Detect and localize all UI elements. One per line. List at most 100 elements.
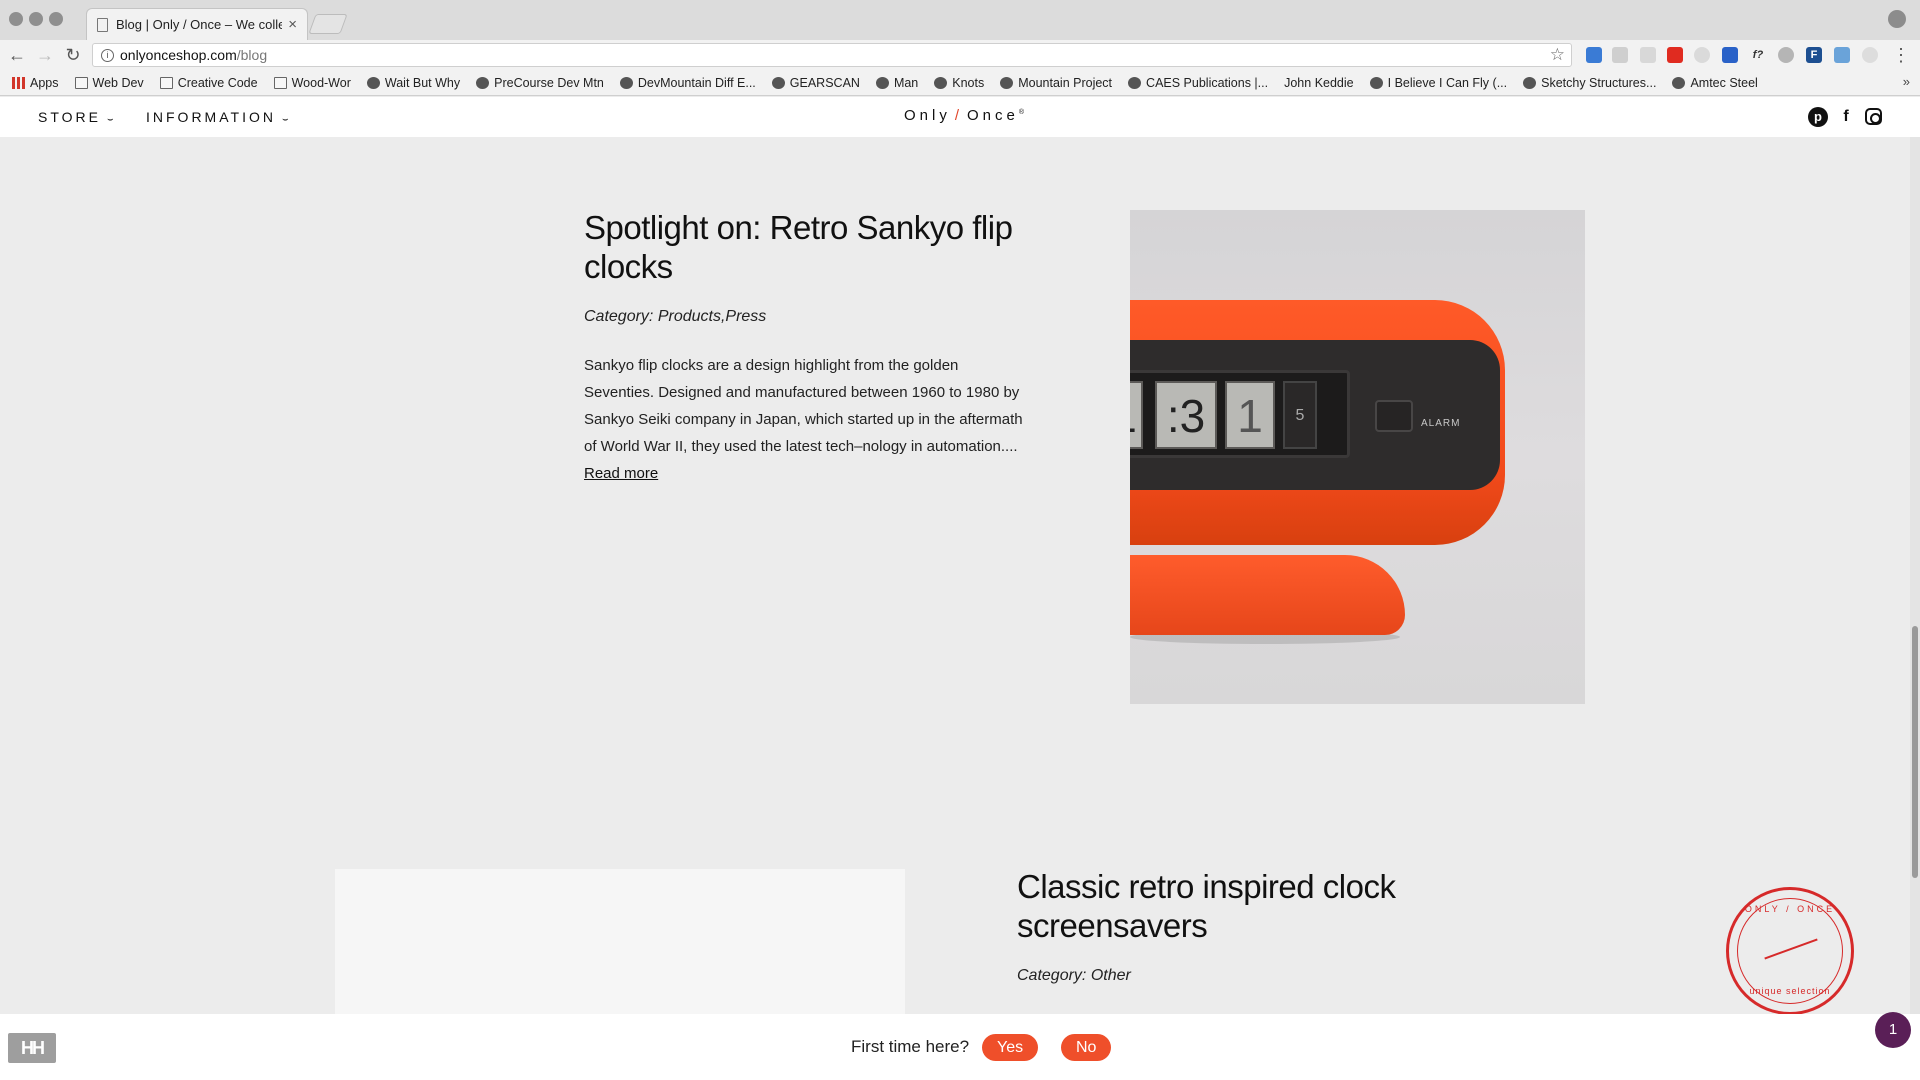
vue-extension-icon[interactable] bbox=[1722, 47, 1738, 63]
bookmark-label: Amtec Steel bbox=[1690, 75, 1758, 90]
menu-icon[interactable]: ⋮ bbox=[1890, 44, 1912, 66]
site-logo[interactable]: Only / Once® bbox=[904, 107, 1024, 124]
extension-icon[interactable]: F bbox=[1806, 47, 1822, 63]
url-host: onlyonceshop.com bbox=[120, 47, 237, 63]
clock-base bbox=[1130, 555, 1405, 635]
extension-icon[interactable] bbox=[1612, 47, 1628, 63]
site-header: STORE ⌣ INFORMATION ⌣ Only / Once® p f bbox=[0, 97, 1920, 137]
bookmark-item[interactable]: CAES Publications |... bbox=[1128, 76, 1268, 90]
browser-toolbar: ← → ↻ i onlyonceshop.com/blog ☆ f? F ⋮ bbox=[0, 40, 1920, 70]
extension-icon[interactable] bbox=[1694, 47, 1710, 63]
bookmark-item[interactable]: Man bbox=[875, 75, 919, 90]
chevron-down-icon: ⌣ bbox=[281, 114, 289, 125]
site-icon bbox=[1000, 76, 1014, 89]
bookmark-item[interactable]: I Believe I Can Fly (... bbox=[1369, 76, 1507, 90]
maximize-window-button[interactable] bbox=[49, 12, 63, 26]
post-image-flip-clock[interactable]: 1 :3 1 5 ALARM bbox=[1130, 210, 1585, 704]
bookmark-star-icon[interactable]: ☆ bbox=[1550, 45, 1565, 65]
bookmark-label: Man bbox=[893, 75, 919, 90]
bookmark-item[interactable]: Knots bbox=[934, 76, 984, 90]
bookmark-label: CAES Publications |... bbox=[1146, 75, 1269, 90]
folder-icon bbox=[273, 76, 287, 89]
folder-icon bbox=[74, 76, 88, 89]
nav-store-label: STORE bbox=[38, 109, 101, 125]
bookmark-item[interactable]: Wood-Wor bbox=[273, 76, 351, 90]
no-button[interactable]: No bbox=[1061, 1034, 1112, 1061]
tab-close-icon[interactable]: × bbox=[288, 16, 297, 33]
scrollbar-track[interactable] bbox=[1910, 137, 1920, 1080]
alarm-button bbox=[1375, 400, 1413, 432]
post-excerpt: Sankyo flip clocks are a design highligh… bbox=[584, 352, 1024, 487]
clock-digit: :3 bbox=[1155, 381, 1217, 449]
bookmark-label: Knots bbox=[952, 75, 985, 90]
clock-digit: 1 bbox=[1130, 381, 1143, 449]
pinterest-icon[interactable]: p bbox=[1808, 107, 1828, 127]
extension-icon[interactable] bbox=[1834, 47, 1850, 63]
url-path: /blog bbox=[236, 47, 268, 63]
read-more-link[interactable]: Read more bbox=[584, 465, 658, 482]
font-extension-icon[interactable]: f? bbox=[1750, 47, 1766, 63]
notification-badge[interactable]: 1 bbox=[1875, 1012, 1911, 1048]
info-icon[interactable]: i bbox=[101, 48, 114, 62]
youtube-extension-icon[interactable] bbox=[1667, 47, 1683, 63]
wbw-icon bbox=[366, 76, 380, 89]
clock-digit: 5 bbox=[1283, 381, 1317, 449]
site-icon bbox=[476, 76, 490, 89]
extension-icon[interactable] bbox=[1640, 47, 1656, 63]
extension-icon[interactable] bbox=[1862, 47, 1878, 63]
site-icon bbox=[1672, 76, 1686, 89]
bookmark-item[interactable]: Web Dev bbox=[74, 75, 144, 90]
bookmark-item[interactable]: Apps bbox=[12, 76, 59, 90]
profile-icon[interactable] bbox=[1888, 10, 1906, 28]
bookmark-item[interactable]: GEARSCAN bbox=[771, 76, 860, 90]
new-tab-button[interactable] bbox=[308, 14, 348, 34]
facebook-icon[interactable]: f bbox=[1836, 107, 1856, 127]
site-icon bbox=[771, 76, 785, 89]
only-once-stamp[interactable]: ONLY / ONCE unique selection bbox=[1726, 887, 1854, 1015]
active-tab[interactable]: Blog | Only / Once – We collect × bbox=[86, 8, 308, 40]
post-category: Category: Products,Press bbox=[584, 308, 767, 325]
bookmark-label: Apps bbox=[30, 75, 59, 90]
bookmark-item[interactable]: Mountain Project bbox=[1000, 76, 1112, 90]
scrollbar-thumb[interactable] bbox=[1912, 626, 1918, 878]
address-bar[interactable]: i onlyonceshop.com/blog ☆ bbox=[92, 43, 1572, 67]
browser-tab-bar: Blog | Only / Once – We collect × bbox=[0, 0, 1920, 40]
post-image-screensaver[interactable] bbox=[335, 869, 905, 1014]
extension-icon[interactable] bbox=[1586, 47, 1602, 63]
bookmarks-bar: Apps Web Dev Creative Code Wood-Wor Wait But… bbox=[0, 70, 1920, 96]
corner-logo-badge[interactable]: HH bbox=[8, 1033, 56, 1063]
minimize-window-button[interactable] bbox=[29, 12, 43, 26]
site-icon bbox=[619, 76, 633, 89]
clock-digit-window: 1 :3 1 5 bbox=[1130, 370, 1350, 458]
extension-icon[interactable] bbox=[1778, 47, 1794, 63]
bookmark-label: Web Dev bbox=[92, 75, 144, 90]
post-title[interactable]: Classic retro inspired clock screensaver… bbox=[1017, 867, 1457, 945]
bookmark-item[interactable]: DevMountain Diff E... bbox=[619, 76, 756, 90]
bookmark-label: PreCourse Dev Mtn bbox=[494, 75, 604, 90]
site-icon bbox=[934, 76, 948, 89]
bookmark-item[interactable]: Wait But Why bbox=[366, 76, 460, 90]
site-icon bbox=[1523, 76, 1537, 89]
close-window-button[interactable] bbox=[9, 12, 23, 26]
back-icon[interactable]: ← bbox=[6, 44, 28, 66]
bookmark-item[interactable]: Creative Code bbox=[159, 76, 258, 90]
nav-store[interactable]: STORE ⌣ bbox=[38, 109, 114, 125]
post-category: Category: Other bbox=[1017, 967, 1131, 984]
forward-icon[interactable]: → bbox=[34, 44, 56, 66]
bookmark-item[interactable]: Sketchy Structures... bbox=[1523, 76, 1656, 90]
chevron-down-icon: ⌣ bbox=[106, 114, 114, 125]
bookmark-item[interactable]: Amtec Steel bbox=[1672, 75, 1758, 90]
nav-information-label: INFORMATION bbox=[146, 109, 276, 125]
nav-information[interactable]: INFORMATION ⌣ bbox=[146, 109, 289, 125]
yes-button[interactable]: Yes bbox=[982, 1034, 1039, 1061]
alarm-label: ALARM bbox=[1421, 418, 1461, 429]
reload-icon[interactable]: ↻ bbox=[62, 44, 84, 66]
instagram-icon[interactable] bbox=[1865, 108, 1882, 125]
bookmark-item[interactable]: John Keddie bbox=[1284, 76, 1354, 90]
logo-mark: ® bbox=[1018, 109, 1025, 116]
post-title[interactable]: Spotlight on: Retro Sankyo flip clocks bbox=[584, 208, 1024, 286]
logo-right: Once bbox=[967, 107, 1019, 124]
stamp-bottom-text: unique selection bbox=[1749, 986, 1831, 996]
bookmarks-overflow-icon[interactable]: » bbox=[1903, 74, 1910, 89]
bookmark-item[interactable]: PreCourse Dev Mtn bbox=[476, 76, 604, 90]
